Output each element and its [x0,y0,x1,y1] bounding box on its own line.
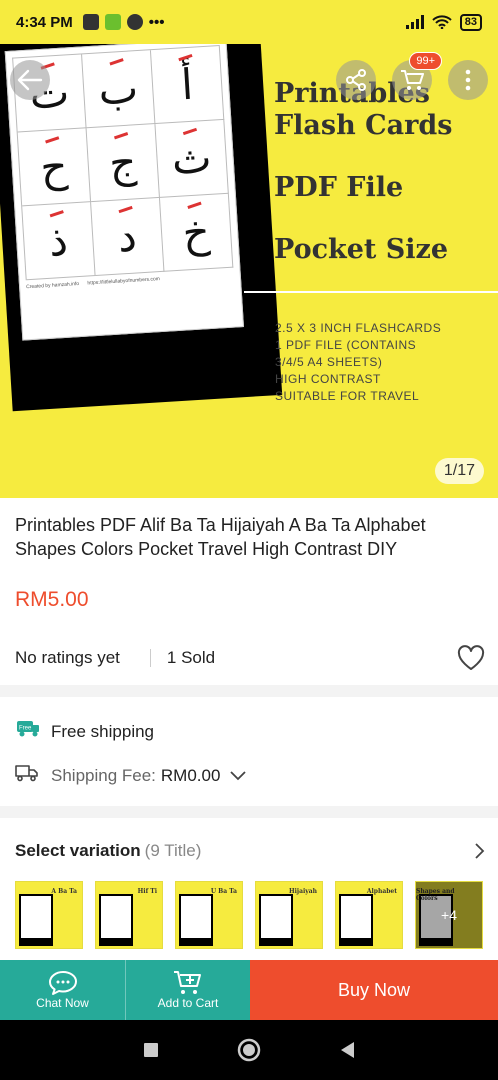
hero-line-pdf: PDF File [274,172,404,203]
bottom-action-bar: Chat Now Add to Cart Buy Now [0,960,498,1020]
message-icon [82,14,99,30]
thumb-title: Hijaiyah [288,888,317,895]
variation-count: (9 Title) [144,841,202,860]
divider [149,649,151,667]
arabic-letter: د [116,211,139,262]
feature-line: 2.5 X 3 INCH FLASHCARDS [275,321,442,335]
chat-now-button[interactable]: Chat Now [0,960,125,1020]
select-variation-row[interactable]: Select variation (9 Title) [15,841,485,861]
add-to-cart-icon [174,971,201,994]
chevron-right-icon [475,843,485,859]
feature-line: HIGH CONTRAST [275,372,381,386]
truck-icon [15,764,41,787]
feature-line: SUITABLE FOR TRAVEL [275,389,420,403]
letter-cell: ذ [22,202,96,281]
chrome-icon [126,14,143,30]
status-bar: 4:34 PM ••• 83 [0,0,498,44]
product-image-carousel[interactable]: ت ب أ ح ج ث ذ د خ Created by hamzah.info… [0,0,498,498]
hero-line-pocket: Pocket Size [274,234,449,265]
chat-icon [48,971,77,995]
letter-cell: ح [17,128,92,207]
image-page-indicator: 1/17 [434,458,484,484]
hero-features: 2.5 X 3 INCH FLASHCARDS 1 PDF FILE (CONT… [275,320,441,405]
status-time: 4:34 PM [16,13,73,31]
wifi-icon [432,15,452,29]
chat-now-label: Chat Now [36,996,89,1010]
letter-cell: أ [150,45,225,125]
section-gap [0,685,498,697]
arabic-letter: ب [96,63,140,115]
hero-headline: Printables Flash Cards PDF File Pocket S… [274,78,494,266]
letter-cell: ب [82,50,156,129]
back-nav-icon[interactable] [339,1041,355,1059]
cart-button[interactable]: 99+ [392,52,442,100]
variation-thumb[interactable]: Alphabet [335,881,403,949]
letter-cell: ج [86,124,160,203]
chevron-down-icon [230,770,247,780]
variation-thumb[interactable]: Hijaiyah [255,881,323,949]
arabic-letter: ذ [47,215,70,266]
shipping-fee-label: Shipping Fee: [51,765,156,785]
add-to-cart-label: Add to Cart [157,996,219,1010]
letter-cell: ث [155,119,229,198]
ratings-text: No ratings yet [15,648,120,667]
arabic-letter: أ [179,59,195,110]
variation-thumb[interactable]: U Ba Ta [175,881,243,949]
share-button[interactable] [336,60,376,100]
variation-thumb[interactable]: Hif Ti [95,881,163,949]
svg-text:Free: Free [19,726,32,732]
product-price: RM5.00 [15,588,89,611]
arabic-letter: ج [107,137,138,188]
more-options-button[interactable] [448,60,488,100]
thumb-title: U Ba Ta [210,888,237,895]
thumb-title: A Ba Ta [51,888,77,895]
variation-thumbnails: A Ba Ta Hif Ti U Ba Ta Hijaiyah Alphabet… [15,881,483,949]
free-shipping-icon: Free [15,720,41,743]
more-vertical-icon [465,69,471,91]
signal-icon [405,15,424,29]
sheet-footer-right: https://littlelullabyofnumbers.com [87,276,161,287]
buy-now-button[interactable]: Buy Now [250,960,498,1020]
home-icon[interactable] [237,1038,261,1062]
heart-icon[interactable] [457,645,485,671]
status-right: 83 [405,13,482,31]
variation-label: Select variation [15,841,141,860]
battery-icon: 83 [459,13,482,31]
shipping-fee-row[interactable]: Shipping Fee: RM0.00 [15,764,247,787]
cart-icon [401,70,424,90]
variation-thumb[interactable]: A Ba Ta [15,881,83,949]
arabic-letter: ث [170,132,213,185]
feature-line: 1 PDF FILE (CONTAINS [275,338,417,352]
thumb-title: Hif Ti [137,888,157,895]
add-to-cart-button[interactable]: Add to Cart [125,960,250,1020]
recents-icon[interactable] [143,1042,159,1058]
sheet-footer-left: Created by hamzah.info [25,281,80,291]
sold-count: 1 Sold [166,648,216,667]
shipping-fee-value: RM0.00 [160,765,221,785]
hero-divider [244,291,498,293]
arabic-letter: خ [181,206,212,258]
thumb-title: Alphabet [366,888,397,895]
free-shipping-label: Free shipping [51,721,155,741]
rating-row: No ratings yet 1 Sold [15,645,485,671]
download-icon [104,14,121,30]
arabic-letter: ح [38,141,69,193]
hero-line-1b: Flash Cards [274,110,453,141]
section-gap [0,806,498,818]
system-nav-bar [0,1020,498,1080]
back-button[interactable] [10,60,50,100]
feature-line: 3/4/5 A4 SHEETS) [275,355,383,369]
product-title: Printables PDF Alif Ba Ta Hijaiyah A Ba … [15,515,426,559]
letter-cell: خ [159,193,234,272]
more-variations-count: +4 [416,882,482,948]
more-notifications-icon: ••• [148,13,165,31]
variation-thumb-more[interactable]: Shapes and Colors +4 [415,881,483,949]
cart-count-badge: 99+ [409,52,442,70]
arrow-left-icon [17,69,43,91]
share-icon [346,69,366,91]
letter-cell: د [91,197,165,276]
free-shipping-row: Free Free shipping [15,720,154,743]
